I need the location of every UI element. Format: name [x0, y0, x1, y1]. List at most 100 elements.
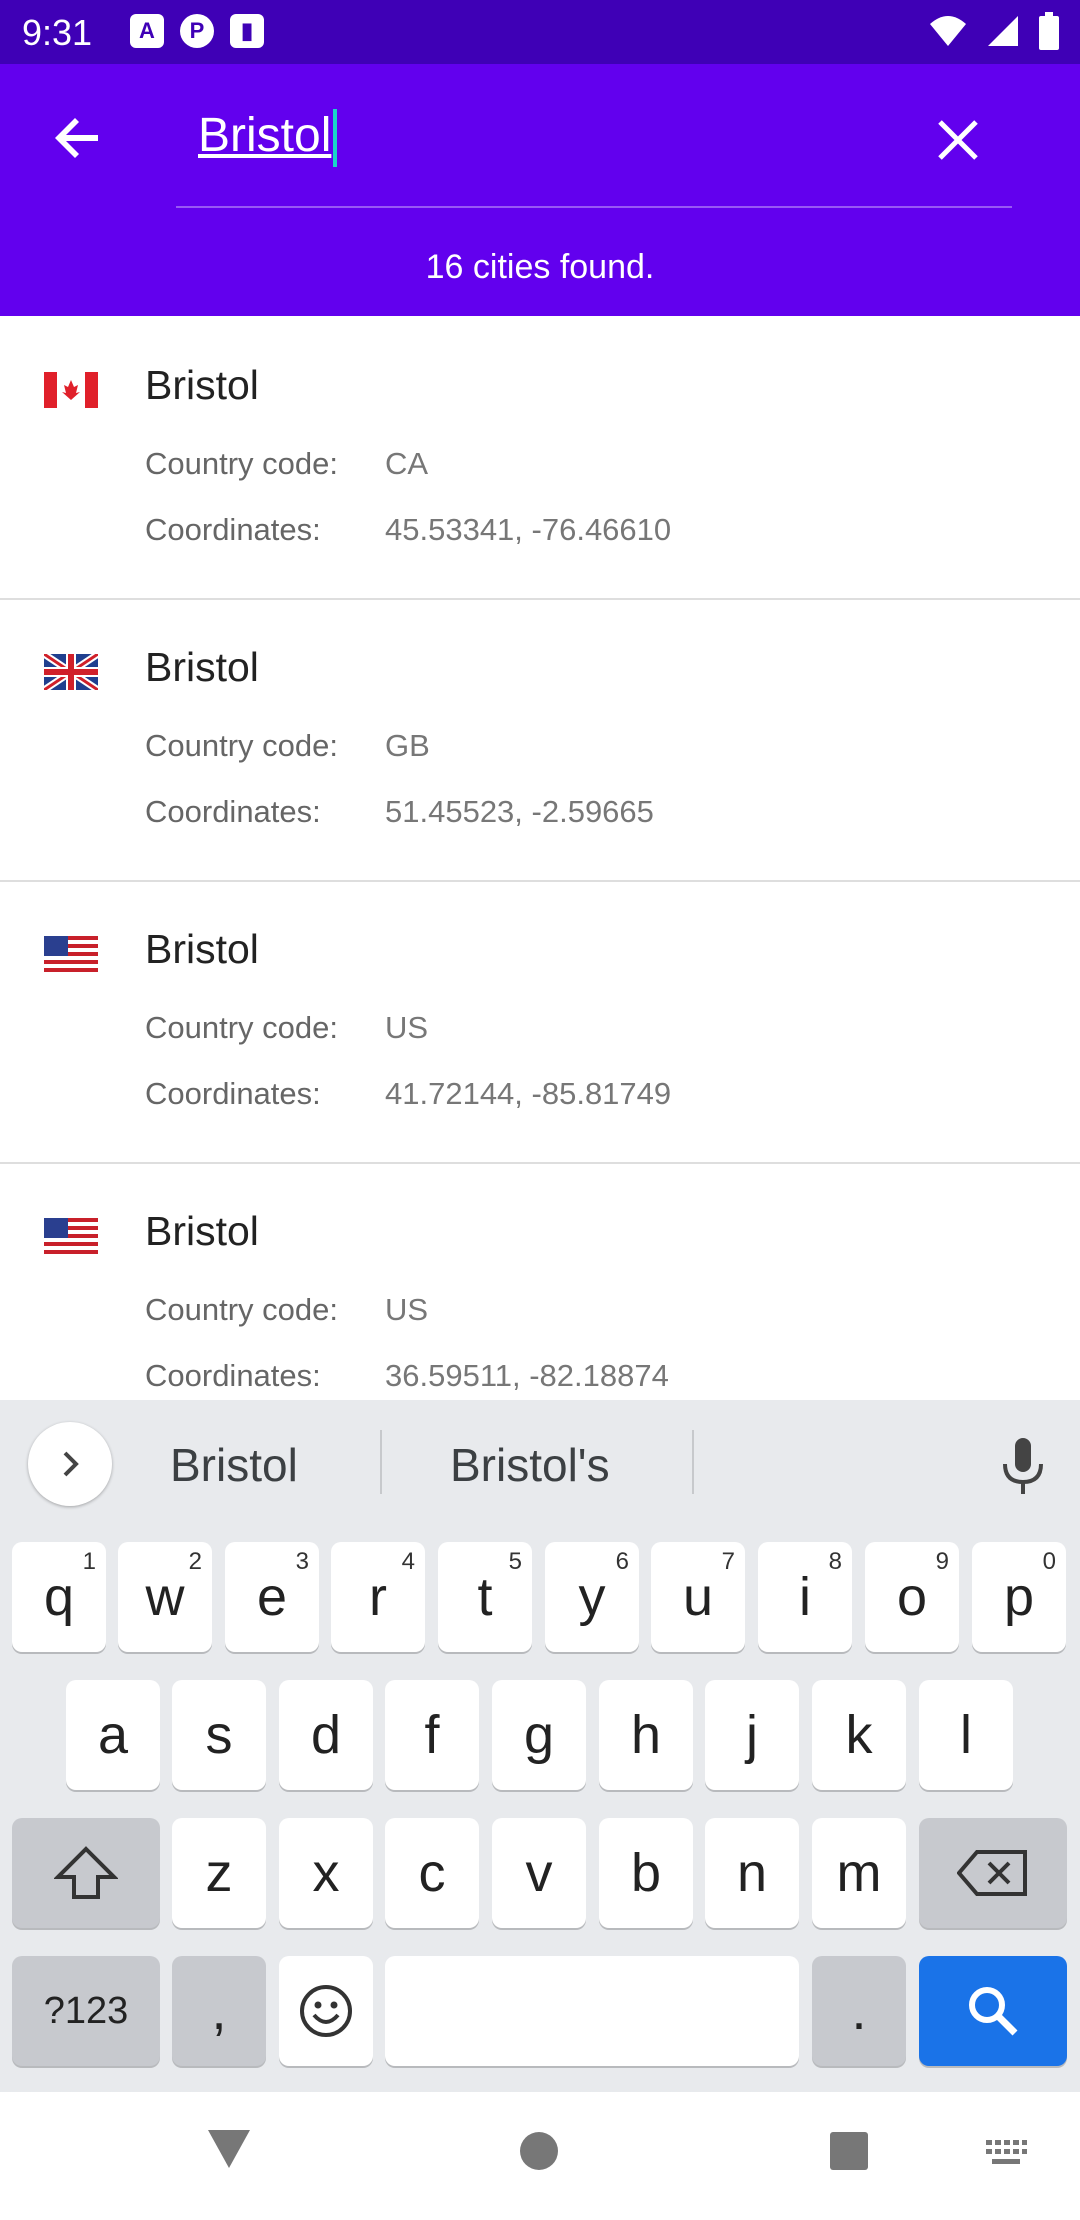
microphone-icon[interactable]	[996, 1436, 1050, 1496]
key-j[interactable]: j	[705, 1680, 799, 1790]
chevron-right-icon	[63, 1451, 79, 1477]
key-t[interactable]: t5	[438, 1542, 532, 1652]
key-i[interactable]: i8	[758, 1542, 852, 1652]
soft-keyboard: Bristol Bristol's q1 w2 e3 r4 t5 y6 u7 i…	[0, 1400, 1080, 2092]
status-bar: 9:31 A P ▮	[0, 0, 1080, 64]
key-v[interactable]: v	[492, 1818, 586, 1928]
search-input[interactable]: Bristol	[198, 108, 858, 172]
text-caret	[333, 109, 338, 168]
city-name: Bristol	[145, 926, 259, 972]
coordinates-row: Coordinates: 41.72144, -85.81749	[145, 1076, 672, 1111]
key-c[interactable]: c	[385, 1818, 479, 1928]
wifi-icon	[930, 16, 966, 46]
key-g[interactable]: g	[492, 1680, 586, 1790]
list-item[interactable]: Bristol Country code: US Coordinates: 36.5…	[0, 1162, 1080, 1400]
home-circle-icon[interactable]	[518, 2130, 560, 2172]
key-p[interactable]: p0	[972, 1542, 1066, 1652]
key-w[interactable]: w2	[118, 1542, 212, 1652]
emoji-icon	[300, 1985, 352, 2037]
key-s[interactable]: s	[172, 1680, 266, 1790]
battery-icon	[1039, 12, 1059, 50]
coordinates-row: Coordinates: 45.53341, -76.46610	[145, 512, 672, 547]
coordinates: 51.45523, -2.59665	[385, 794, 654, 829]
search-query: Bristol	[198, 109, 332, 162]
expand-toolbar-button[interactable]	[28, 1422, 112, 1506]
city-name: Bristol	[145, 362, 259, 408]
key-b[interactable]: b	[599, 1818, 693, 1928]
backspace-icon	[957, 1850, 1027, 1896]
close-icon	[938, 120, 978, 160]
coordinates-row: Coordinates: 51.45523, -2.59665	[145, 794, 654, 829]
search-key[interactable]	[919, 1956, 1067, 2066]
coordinates-row: Coordinates: 36.59511, -82.18874	[145, 1358, 669, 1393]
period-key[interactable]: .	[812, 1956, 906, 2066]
suggestion-divider	[380, 1430, 382, 1494]
key-a[interactable]: a	[66, 1680, 160, 1790]
city-name: Bristol	[145, 1208, 259, 1254]
clear-search-button[interactable]	[930, 112, 986, 168]
system-icons	[928, 12, 1060, 50]
back-triangle-icon[interactable]	[206, 2128, 252, 2170]
us-flag-icon	[44, 1218, 98, 1254]
coordinates: 36.59511, -82.18874	[385, 1358, 669, 1393]
symbols-key[interactable]: ?123	[12, 1956, 160, 2066]
signal-icon	[988, 16, 1018, 46]
country-code-row: Country code: US	[145, 1010, 429, 1045]
country-code-row: Country code: US	[145, 1292, 429, 1327]
country-code-row: Country code: GB	[145, 728, 430, 763]
shift-key[interactable]	[12, 1818, 160, 1928]
canada-flag-icon	[44, 372, 98, 408]
coordinates: 45.53341, -76.46610	[385, 512, 672, 547]
key-x[interactable]: x	[279, 1818, 373, 1928]
country-code-row: Country code: CA	[145, 446, 429, 481]
key-k[interactable]: k	[812, 1680, 906, 1790]
sd-card-icon: ▮	[230, 14, 264, 48]
uk-flag-icon	[44, 654, 98, 690]
key-h[interactable]: h	[599, 1680, 693, 1790]
status-time: 9:31	[22, 12, 93, 53]
list-item[interactable]: Bristol Country code: GB Coordinates: 51.4…	[0, 598, 1080, 882]
a-icon: A	[130, 14, 164, 48]
key-u[interactable]: u7	[651, 1542, 745, 1652]
keyboard-icon[interactable]	[984, 2138, 1028, 2168]
country-code: CA	[385, 446, 429, 481]
key-n[interactable]: n	[705, 1818, 799, 1928]
backspace-key[interactable]	[919, 1818, 1067, 1928]
us-flag-icon	[44, 936, 98, 972]
coordinates: 41.72144, -85.81749	[385, 1076, 672, 1111]
key-m[interactable]: m	[812, 1818, 906, 1928]
key-y[interactable]: y6	[545, 1542, 639, 1652]
key-l[interactable]: l	[919, 1680, 1013, 1790]
key-o[interactable]: o9	[865, 1542, 959, 1652]
suggestion-1[interactable]: Bristol	[170, 1438, 298, 1492]
search-underline	[176, 206, 1012, 208]
suggestion-divider	[692, 1430, 694, 1494]
key-f[interactable]: f	[385, 1680, 479, 1790]
key-r[interactable]: r4	[331, 1542, 425, 1652]
key-z[interactable]: z	[172, 1818, 266, 1928]
key-q[interactable]: q1	[12, 1542, 106, 1652]
country-code: GB	[385, 728, 430, 763]
city-name: Bristol	[145, 644, 259, 690]
shift-icon	[54, 1846, 118, 1899]
system-nav-bar	[0, 2092, 1080, 2220]
list-item[interactable]: Bristol Country code: CA Coordinates: 45.5…	[0, 316, 1080, 600]
notification-icons: A P ▮	[130, 14, 264, 48]
space-key[interactable]	[385, 1956, 799, 2066]
key-e[interactable]: e3	[225, 1542, 319, 1652]
recents-square-icon[interactable]	[828, 2130, 870, 2172]
country-code: US	[385, 1010, 429, 1045]
suggestion-strip: Bristol Bristol's	[0, 1400, 1080, 1524]
back-button[interactable]	[46, 106, 110, 170]
country-code: US	[385, 1292, 429, 1327]
search-icon	[969, 1987, 1018, 2036]
comma-key[interactable]: ,	[172, 1956, 266, 2066]
suggestion-2[interactable]: Bristol's	[450, 1438, 610, 1492]
pocket-icon: P	[180, 14, 214, 48]
list-item[interactable]: Bristol Country code: US Coordinates: 41.7…	[0, 880, 1080, 1164]
result-count: 16 cities found.	[425, 248, 655, 286]
results-list[interactable]: Bristol Country code: CA Coordinates: 45.5…	[0, 316, 1080, 1400]
emoji-key[interactable]	[279, 1956, 373, 2066]
arrow-back-icon	[55, 118, 98, 158]
key-d[interactable]: d	[279, 1680, 373, 1790]
